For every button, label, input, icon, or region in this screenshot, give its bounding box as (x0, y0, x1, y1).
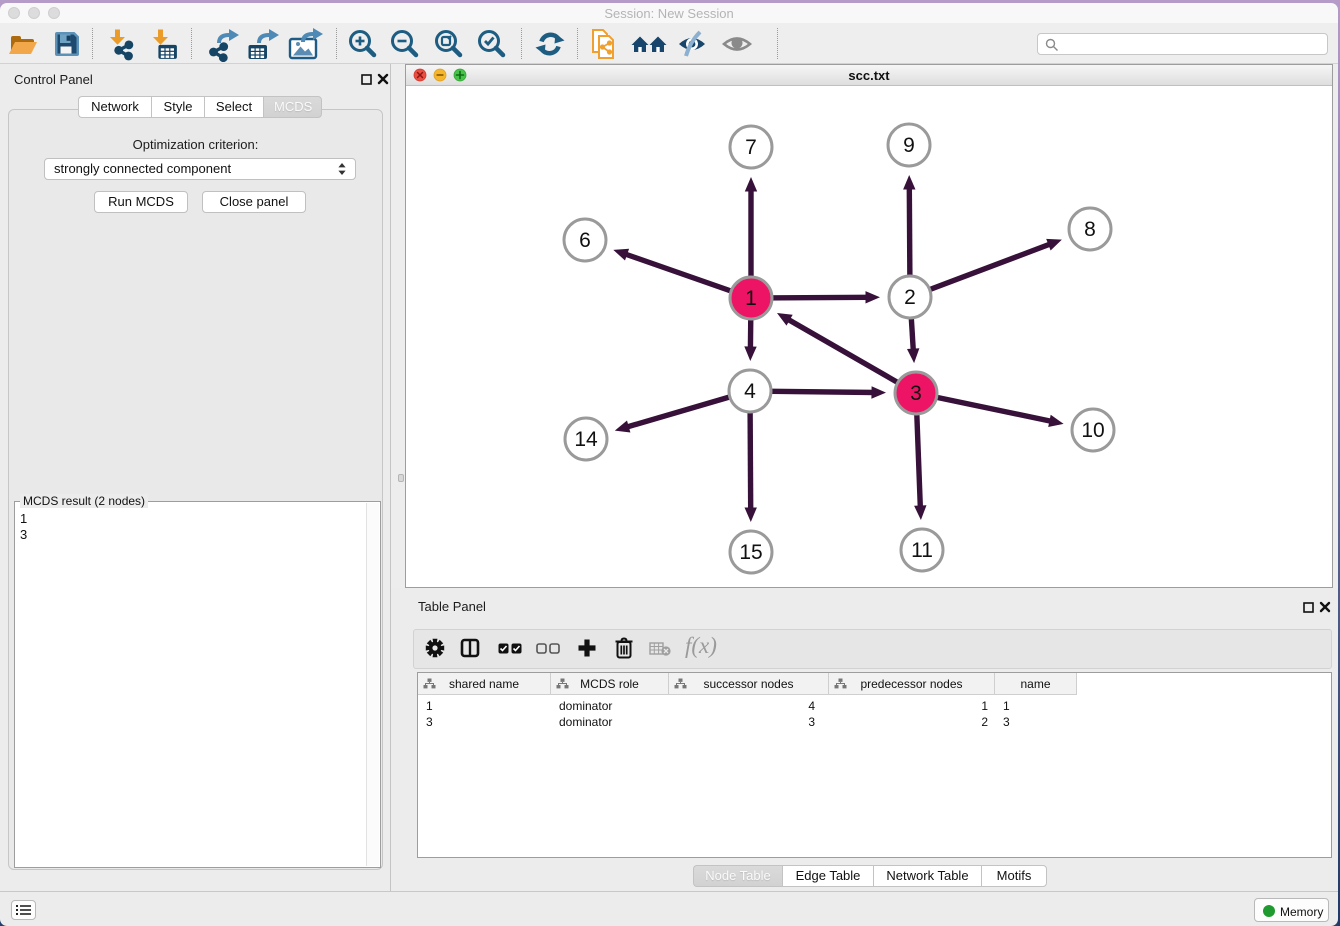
svg-text:15: 15 (739, 541, 762, 564)
svg-text:14: 14 (574, 428, 598, 451)
svg-text:1: 1 (745, 287, 757, 310)
svg-text:2: 2 (904, 286, 916, 309)
svg-text:3: 3 (910, 382, 922, 405)
svg-text:6: 6 (579, 229, 591, 252)
svg-text:4: 4 (744, 380, 756, 403)
svg-text:9: 9 (903, 134, 915, 157)
svg-text:10: 10 (1081, 419, 1104, 442)
svg-text:11: 11 (911, 539, 933, 562)
svg-text:8: 8 (1084, 218, 1096, 241)
svg-text:7: 7 (745, 136, 757, 159)
